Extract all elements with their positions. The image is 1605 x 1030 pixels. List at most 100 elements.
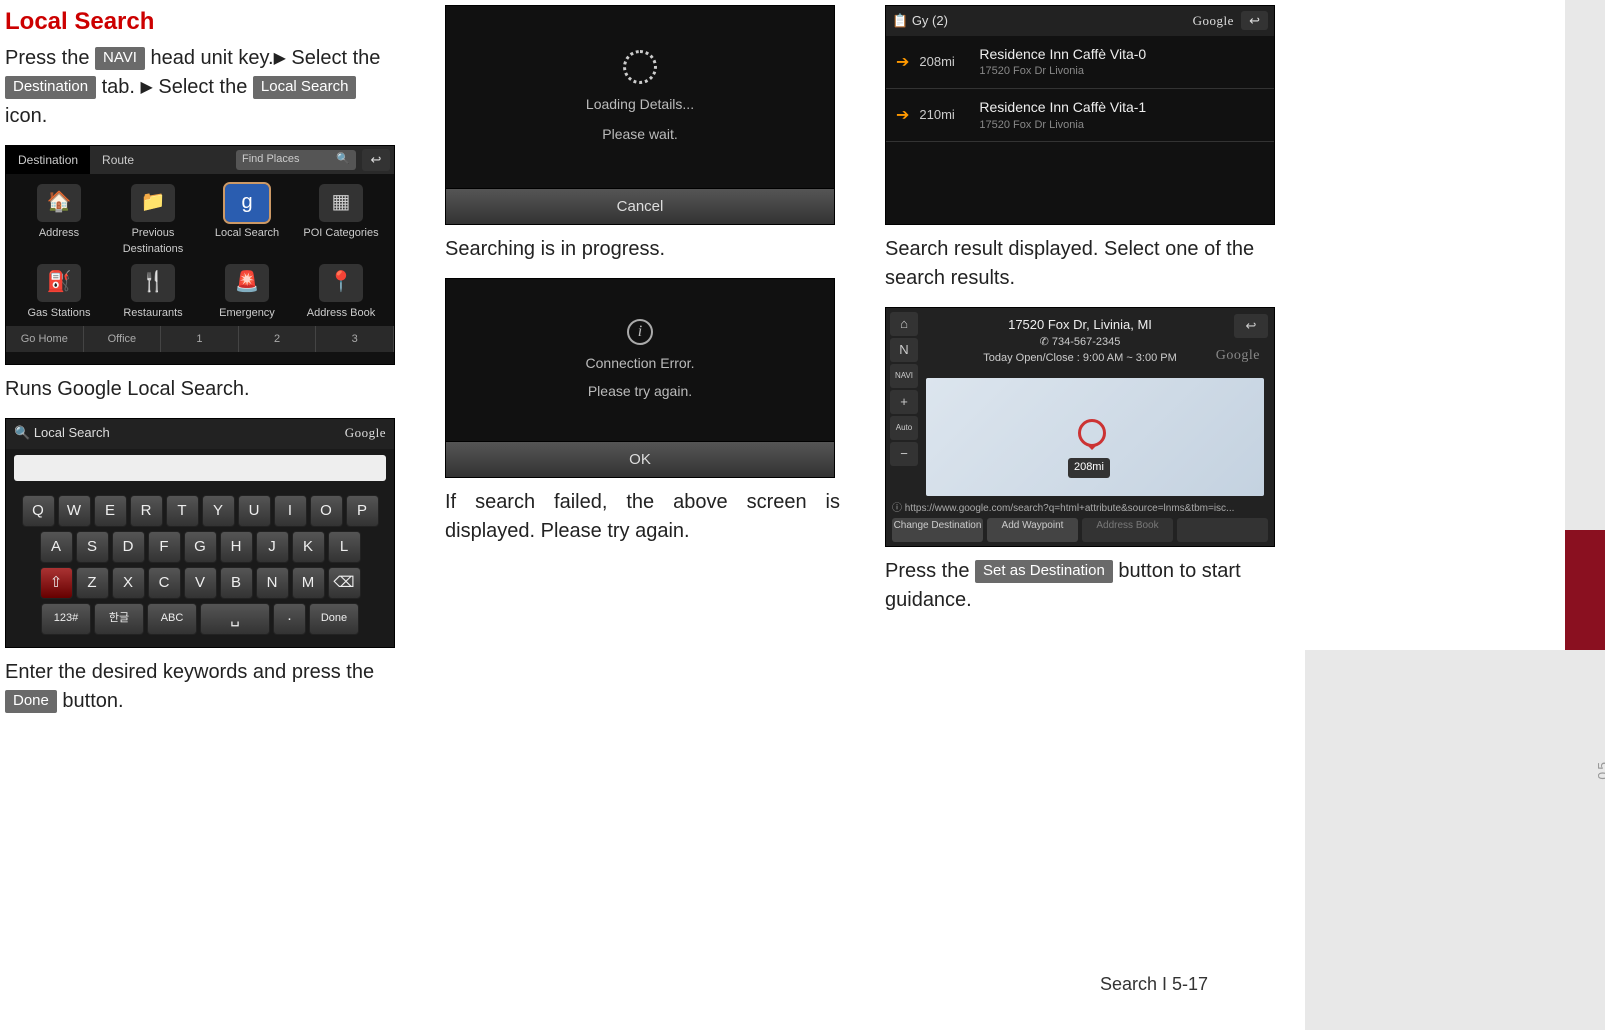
cell-restaurants[interactable]: 🍴Restaurants	[108, 264, 198, 322]
key-e[interactable]: E	[94, 495, 127, 527]
tab-route[interactable]: Route	[90, 146, 146, 174]
spinner-icon	[623, 50, 657, 84]
home-button[interactable]: ⌂	[890, 312, 918, 336]
key-j[interactable]: J	[256, 531, 289, 563]
search-icon: 🔍 Local Search	[14, 424, 110, 443]
done-button-label: Done	[5, 690, 57, 713]
caption-runs: Runs Google Local Search.	[5, 375, 400, 404]
key-z[interactable]: Z	[76, 567, 109, 599]
distance-badge: 208mi	[1068, 458, 1110, 478]
label: Restaurants	[123, 307, 182, 319]
office-button[interactable]: Office	[84, 326, 162, 352]
key-⌫[interactable]: ⌫	[328, 567, 361, 599]
page-footer: Search I 5-17	[1100, 971, 1208, 997]
key-s[interactable]: S	[76, 531, 109, 563]
result-count: Gy (2)	[912, 13, 948, 28]
result-name: Residence Inn Caffè Vita-1	[979, 97, 1146, 117]
key-w[interactable]: W	[58, 495, 91, 527]
map-hours: Today Open/Close : 9:00 AM ~ 3:00 PM	[936, 351, 1224, 367]
key-c[interactable]: C	[148, 567, 181, 599]
cell-local-search[interactable]: gLocal Search	[202, 184, 292, 258]
auto-button[interactable]: Auto	[890, 416, 918, 440]
emergency-icon: 🚨	[225, 264, 269, 302]
key-h[interactable]: H	[220, 531, 253, 563]
back-button[interactable]: ↩	[362, 149, 390, 171]
key-p[interactable]: P	[346, 495, 379, 527]
address-book-button[interactable]: Address Book	[1082, 518, 1173, 542]
caption-enter: Enter the desired keywords and press the…	[5, 658, 400, 716]
key-d[interactable]: D	[112, 531, 145, 563]
text: Select the	[286, 47, 381, 69]
navi-button-label: NAVI	[95, 47, 145, 70]
key-m[interactable]: M	[292, 567, 325, 599]
search-input[interactable]	[14, 455, 386, 481]
key-r[interactable]: R	[130, 495, 163, 527]
key-a[interactable]: A	[40, 531, 73, 563]
key-o[interactable]: O	[310, 495, 343, 527]
key-v[interactable]: V	[184, 567, 217, 599]
loading-line2: Please wait.	[602, 124, 677, 144]
keyboard: QWERTYUIOP ASDFGHJKL ⇧ZXCVBNM⌫ 123#한글ABC…	[6, 487, 394, 645]
result-distance: 208mi	[919, 53, 969, 72]
result-row[interactable]: ➔ 210mi Residence Inn Caffè Vita-117520 Fo…	[886, 89, 1274, 142]
back-button[interactable]: ↩	[1234, 314, 1268, 338]
cell-address[interactable]: 🏠Address	[14, 184, 104, 258]
key-abc[interactable]: ABC	[147, 603, 197, 635]
add-waypoint-button[interactable]: Add Waypoint	[987, 518, 1078, 542]
error-line1: Connection Error.	[586, 353, 695, 373]
cell-addressbook[interactable]: 📍Address Book	[296, 264, 386, 322]
result-row[interactable]: ➔208miResidence Inn Caffè Vita-017520 Fo…	[886, 36, 1274, 89]
arrow-icon: ➔	[896, 104, 909, 127]
loading-line1: Loading Details...	[586, 94, 694, 114]
grid-icon: ▦	[319, 184, 363, 222]
key-k[interactable]: K	[292, 531, 325, 563]
label: Emergency	[219, 307, 275, 319]
key-t[interactable]: T	[166, 495, 199, 527]
tab-destination[interactable]: Destination	[6, 146, 90, 174]
change-destination-button[interactable]: Change Destination	[892, 518, 983, 542]
text: tab.	[96, 76, 140, 98]
key-y[interactable]: Y	[202, 495, 235, 527]
key-q[interactable]: Q	[22, 495, 55, 527]
key-n[interactable]: N	[256, 567, 289, 599]
navi-button[interactable]: NAVI	[890, 364, 918, 388]
back-icon[interactable]: ↩	[1241, 11, 1268, 30]
key-u[interactable]: U	[238, 495, 271, 527]
result-address: 17520 Fox Dr Livonia	[979, 118, 1146, 134]
cell-gas[interactable]: ⛽Gas Stations	[14, 264, 104, 322]
preset-2[interactable]: 2	[239, 326, 317, 352]
label: Local Search	[215, 227, 279, 239]
zoom-in-button[interactable]: +	[890, 390, 918, 414]
preset-3[interactable]: 3	[316, 326, 394, 352]
key-123#[interactable]: 123#	[41, 603, 91, 635]
north-button[interactable]: N	[890, 338, 918, 362]
screenshot-loading: Loading Details... Please wait. Cancel	[445, 5, 835, 225]
key-f[interactable]: F	[148, 531, 181, 563]
key-␣[interactable]: ␣	[200, 603, 270, 635]
key-done[interactable]: Done	[309, 603, 359, 635]
key-g[interactable]: G	[184, 531, 217, 563]
preset-1[interactable]: 1	[161, 326, 239, 352]
url-text: https://www.google.com/search?q=html+att…	[905, 503, 1235, 514]
key-l[interactable]: L	[328, 531, 361, 563]
key-i[interactable]: I	[274, 495, 307, 527]
cancel-button[interactable]: Cancel	[446, 188, 834, 224]
blank-button[interactable]	[1177, 518, 1268, 542]
key-·[interactable]: ·	[273, 603, 306, 635]
map-area[interactable]: 208mi	[926, 378, 1264, 496]
label: Gas Stations	[28, 307, 91, 319]
key-b[interactable]: B	[220, 567, 253, 599]
result-distance: 210mi	[919, 106, 969, 125]
key-x[interactable]: X	[112, 567, 145, 599]
cell-previous[interactable]: 📁Previous Destinations	[108, 184, 198, 258]
zoom-out-button[interactable]: −	[890, 442, 918, 466]
go-home-button[interactable]: Go Home	[6, 326, 84, 352]
google-logo: Google	[345, 424, 386, 443]
find-places-field[interactable]: Find Places🔍	[236, 150, 356, 170]
cell-poi[interactable]: ▦POI Categories	[296, 184, 386, 258]
key-⇧[interactable]: ⇧	[40, 567, 73, 599]
key-한글[interactable]: 한글	[94, 603, 144, 635]
cell-emergency[interactable]: 🚨 Emergency	[202, 264, 292, 322]
ok-button[interactable]: OK	[446, 441, 834, 477]
side-page-number: 05	[1593, 760, 1605, 780]
